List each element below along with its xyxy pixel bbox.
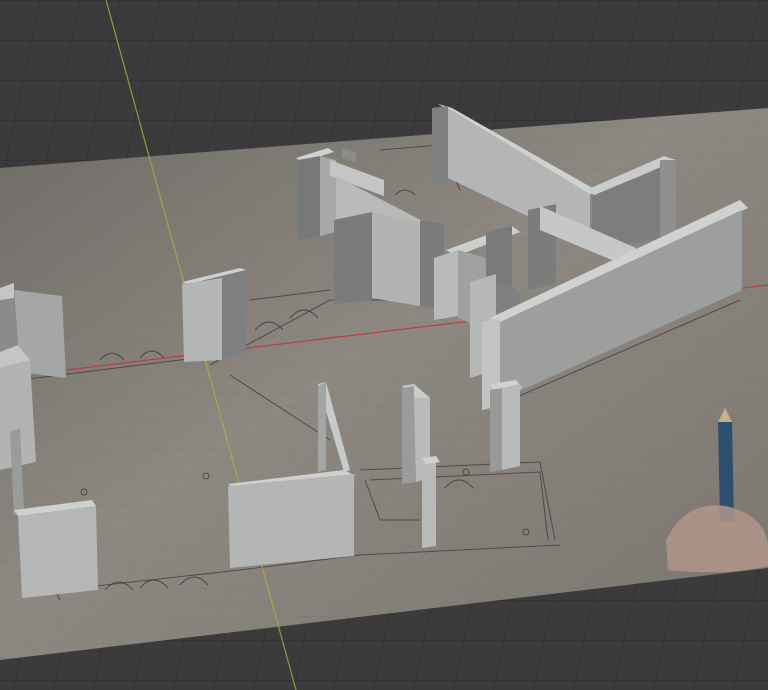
viewport-canvas[interactable] (0, 0, 768, 690)
wall-door-jamb-1 (182, 268, 246, 362)
3d-viewport[interactable] (0, 0, 768, 690)
